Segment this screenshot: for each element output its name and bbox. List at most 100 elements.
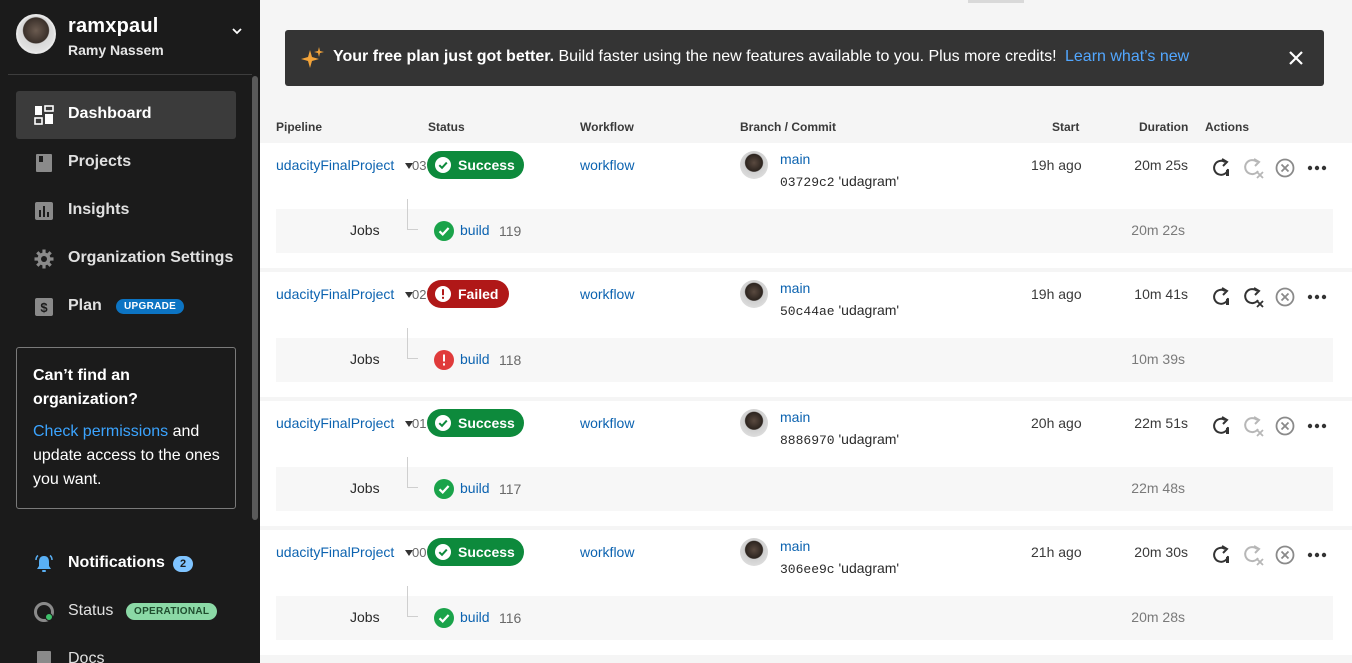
more-icon[interactable] [1306,157,1328,179]
status-badge[interactable]: Success [427,151,524,179]
cancel-icon[interactable] [1274,286,1296,308]
cancel-icon[interactable] [1274,415,1296,437]
commit-sha[interactable]: 03729c2 [780,175,835,190]
jobs-label: Jobs [350,222,380,238]
cancel-icon[interactable] [1274,544,1296,566]
job-number: 119 [499,223,522,239]
find-org-title: Can’t find an organization? [33,367,138,408]
sidebar-item-docs[interactable]: Docs [16,640,236,663]
start-time: 19h ago [1031,286,1082,302]
notification-count-badge: 2 [173,556,194,572]
sidebar-item-label: Projects [68,153,132,170]
top-control-edge [968,0,1024,3]
commit-sha[interactable]: 306ee9c [780,562,835,577]
workflow-link[interactable]: workflow [580,544,634,560]
pipeline-project-link[interactable]: udacityFinalProject [276,157,394,173]
docs-icon [37,651,51,663]
status-badge[interactable]: Success [427,538,524,566]
job-link[interactable]: build [460,222,490,238]
more-icon[interactable] [1306,286,1328,308]
job-link[interactable]: build [460,351,490,367]
branch-link[interactable]: main [780,151,810,167]
cancel-icon[interactable] [1274,157,1296,179]
rerun-failed-icon[interactable] [1242,544,1264,566]
sidebar-item-dashboard[interactable]: Dashboard [16,91,236,139]
sparkle-icon [301,47,324,68]
divider [8,74,252,75]
status-icon [435,544,451,560]
main-content: Your free plan just got better. Build fa… [260,0,1352,663]
jobs-row: Jobs build 118 10m 39s [276,328,1333,382]
sidebar-item-notifications[interactable]: Notifications 2 [16,544,236,584]
user-switcher[interactable]: ramxpaul Ramy Nassem [16,14,246,60]
pipeline-number[interactable]: 00 [412,545,426,560]
commit-message: 'udagram' [838,560,900,576]
pipeline-row: udacityFinalProject 02 Failed workflow m… [260,272,1352,397]
more-icon[interactable] [1306,415,1328,437]
duration: 20m 25s [1134,157,1188,173]
banner-message: Your free plan just got better. Build fa… [333,48,1189,66]
workflow-link[interactable]: workflow [580,157,634,173]
sidebar-item-label: Dashboard [68,105,152,122]
workflow-link[interactable]: workflow [580,286,634,302]
status-gauge-icon [34,602,54,622]
job-duration: 22m 48s [1131,480,1185,496]
column-header-status: Status [428,120,465,134]
status-icon [435,415,451,431]
pipeline-project-link[interactable]: udacityFinalProject [276,544,394,560]
user-full-name: Ramy Nassem [68,42,164,58]
find-org-text: Check permissions and update access to t… [33,420,223,492]
pipeline-project-link[interactable]: udacityFinalProject [276,286,394,302]
branch-link[interactable]: main [780,280,810,296]
jobs-label: Jobs [350,609,380,625]
start-time: 21h ago [1031,544,1082,560]
dollar-icon: $ [35,298,53,316]
rerun-icon[interactable] [1210,544,1232,566]
duration: 22m 51s [1134,415,1188,431]
branch-link[interactable]: main [780,538,810,554]
commit-sha[interactable]: 50c44ae [780,304,835,319]
pipeline-number[interactable]: 01 [412,416,426,431]
column-header-start: Start [1052,120,1080,134]
rerun-icon[interactable] [1210,415,1232,437]
column-header-workflow: Workflow [580,120,634,134]
sidebar-item-status[interactable]: Status OPERATIONAL [16,592,236,632]
sidebar-item-projects[interactable]: Projects [16,139,236,187]
rerun-icon[interactable] [1210,157,1232,179]
sidebar-item-organization-settings[interactable]: Organization Settings [16,235,236,283]
commit-author-avatar [740,409,768,437]
pipeline-number[interactable]: 02 [412,287,426,302]
more-icon[interactable] [1306,544,1328,566]
sidebar-scrollbar[interactable] [252,76,258,520]
rerun-icon[interactable] [1210,286,1232,308]
commit-author-avatar [740,151,768,179]
check-permissions-link[interactable]: Check permissions [33,423,168,440]
rerun-failed-icon[interactable] [1242,286,1264,308]
sidebar-item-plan[interactable]: $ Plan UPGRADE [16,283,236,331]
status-icon [435,157,451,173]
status-label: Success [458,415,515,431]
upgrade-badge[interactable]: UPGRADE [116,299,185,314]
job-link[interactable]: build [460,480,490,496]
commit-sha[interactable]: 8886970 [780,433,835,448]
commit-author-avatar [740,280,768,308]
workflow-link[interactable]: workflow [580,415,634,431]
job-link[interactable]: build [460,609,490,625]
branch-link[interactable]: main [780,409,810,425]
sidebar-item-label: Status [68,602,114,619]
dashboard-icon [34,105,54,125]
learn-whats-new-link[interactable]: Learn what’s new [1065,48,1189,65]
pipeline-row: udacityFinalProject 01 Success workflow … [260,401,1352,526]
close-icon[interactable] [1288,50,1304,66]
commit-message: 'udagram' [838,431,900,447]
status-badge[interactable]: Success [427,409,524,437]
rerun-failed-icon[interactable] [1242,415,1264,437]
commit-info: 50c44ae 'udagram' [780,302,899,319]
rerun-failed-icon[interactable] [1242,157,1264,179]
status-badge[interactable]: Failed [427,280,509,308]
commit-message: 'udagram' [838,302,900,318]
pipeline-number[interactable]: 03 [412,158,426,173]
pipeline-project-link[interactable]: udacityFinalProject [276,415,394,431]
job-duration: 20m 22s [1131,222,1185,238]
sidebar-item-insights[interactable]: Insights [16,187,236,235]
